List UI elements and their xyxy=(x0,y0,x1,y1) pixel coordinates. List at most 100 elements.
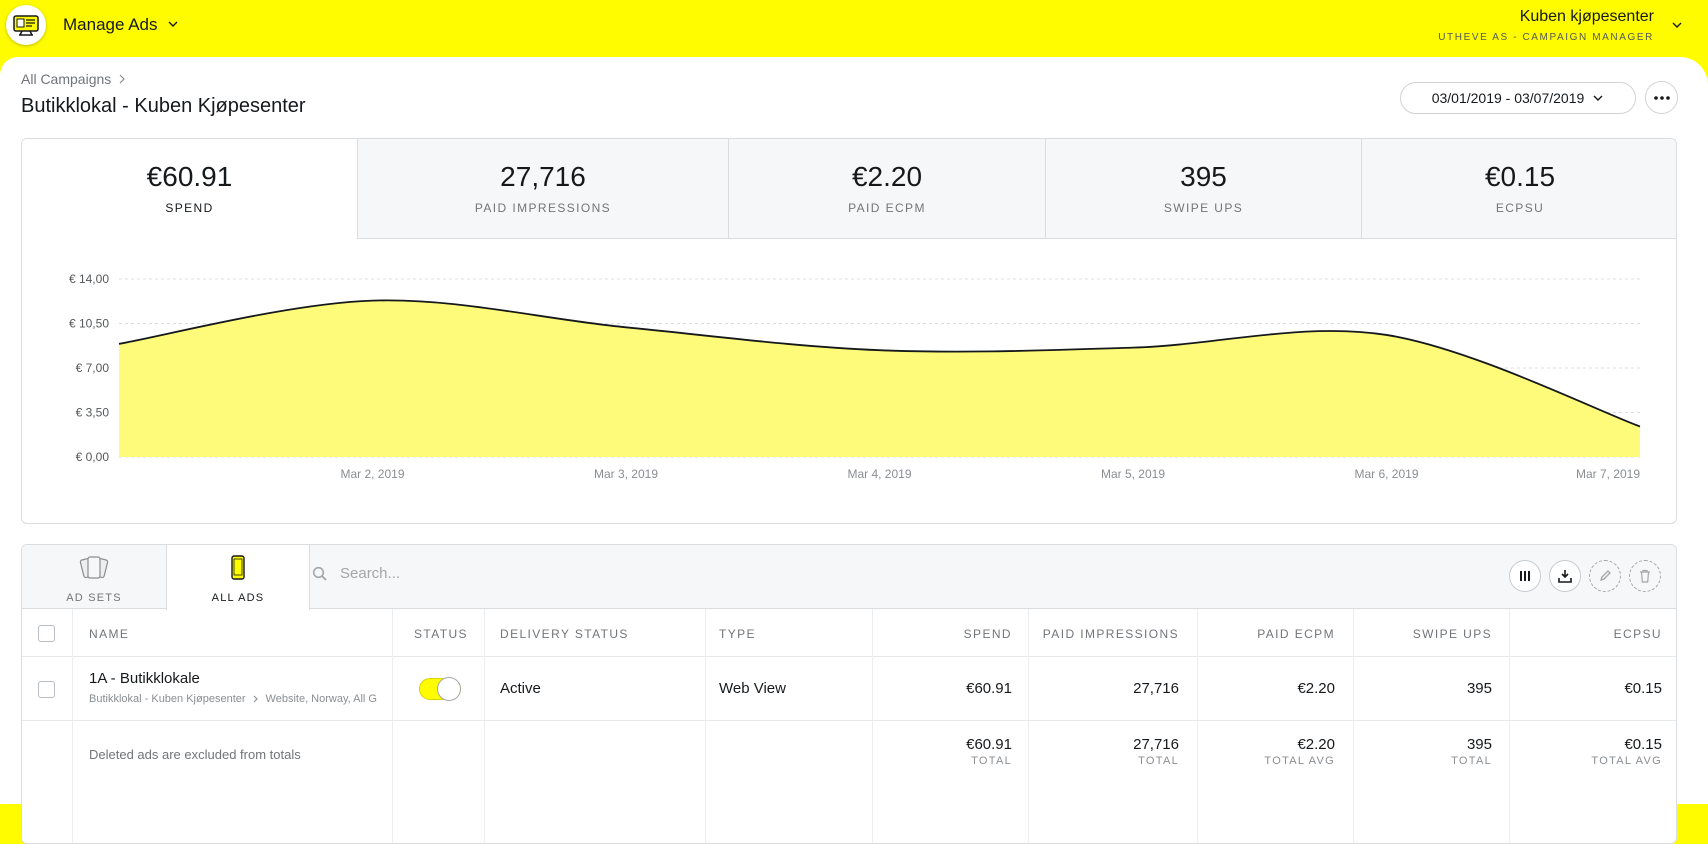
x-tick-label: Mar 4, 2019 xyxy=(847,467,911,481)
more-options-button[interactable] xyxy=(1645,81,1678,114)
search-bar xyxy=(312,565,1140,582)
x-tick-label: Mar 3, 2019 xyxy=(594,467,658,481)
ad-name-cell[interactable]: 1A - Butikklokale Butikklokal - Kuben Kj… xyxy=(89,670,389,705)
tab-ecpsu[interactable]: €0.15 ECPSU xyxy=(1361,139,1676,239)
spend-chart: € 0,00 € 3,50 € 7,00 € 10,50 € 14,00 Mar 2, 2… xyxy=(22,239,1676,523)
swipe-ups-total: 395 TOTAL xyxy=(1451,736,1492,767)
top-bar: Manage Ads Kuben kjøpesenter UTHEVE AS -… xyxy=(0,0,1708,58)
paid-ecpm-total: €2.20 TOTAL AVG xyxy=(1264,736,1335,767)
totals-note: Deleted ads are excluded from totals xyxy=(89,747,301,762)
y-tick-label: € 14,00 xyxy=(69,272,109,286)
paid-impressions-total: 27,716 TOTAL xyxy=(1133,736,1179,767)
total-value: 27,716 xyxy=(1133,736,1179,753)
swipe-ups-value: 395 xyxy=(1466,680,1492,697)
ads-table-card: AD SETS ALL ADS Search... NAME STATUS DE… xyxy=(21,544,1677,844)
tab-label: ALL ADS xyxy=(211,592,265,604)
stat-label: SPEND xyxy=(165,201,214,215)
tab-paid-ecpm[interactable]: €2.20 PAID ECPM xyxy=(728,139,1045,239)
stats-card: €60.91 SPEND 27,716 PAID IMPRESSIONS €2.… xyxy=(21,138,1677,524)
account-subtitle: UTHEVE AS - CAMPAIGN MANAGER xyxy=(1438,32,1654,43)
phone-icon xyxy=(231,555,245,580)
stat-label: ECPSU xyxy=(1495,201,1545,215)
column-header-swipe-ups[interactable]: SWIPE UPS xyxy=(1413,627,1492,641)
pencil-icon xyxy=(1599,570,1611,582)
account-switcher[interactable]: Kuben kjøpesenter UTHEVE AS - CAMPAIGN M… xyxy=(1438,8,1654,43)
column-header-ecpsu[interactable]: ECPSU xyxy=(1614,627,1662,641)
spend-total: €60.91 TOTAL xyxy=(966,736,1012,767)
total-value: €60.91 xyxy=(966,736,1012,753)
total-label: TOTAL AVG xyxy=(1591,755,1662,767)
metric-tabs: €60.91 SPEND 27,716 PAID IMPRESSIONS €2.… xyxy=(22,139,1676,239)
x-tick-label: Mar 5, 2019 xyxy=(1101,467,1165,481)
search-icon xyxy=(312,566,327,581)
date-range-picker[interactable]: 03/01/2019 - 03/07/2019 xyxy=(1400,82,1636,114)
page-title: Butikklokal - Kuben Kjøpesenter xyxy=(21,95,306,117)
delivery-status: Active xyxy=(500,680,541,697)
total-value: 395 xyxy=(1466,736,1492,753)
tab-ad-sets[interactable]: AD SETS xyxy=(22,545,166,609)
columns-icon xyxy=(1520,571,1530,581)
ad-name[interactable]: 1A - Butikklokale xyxy=(89,670,389,687)
date-range-label: 03/01/2019 - 03/07/2019 xyxy=(1431,90,1585,106)
toggle-knob xyxy=(437,677,461,701)
app-title[interactable]: Manage Ads xyxy=(63,15,158,35)
ecpsu-total: €0.15 TOTAL AVG xyxy=(1591,736,1662,767)
column-header-status[interactable]: STATUS xyxy=(414,627,468,641)
column-header-delivery-status[interactable]: DELIVERY STATUS xyxy=(500,627,629,641)
account-name: Kuben kjøpesenter xyxy=(1519,8,1654,25)
ecpsu-value: €0.15 xyxy=(1624,680,1662,697)
chevron-down-icon[interactable] xyxy=(166,17,180,31)
more-horizontal-icon xyxy=(1653,95,1670,100)
edit-button[interactable] xyxy=(1589,560,1621,592)
breadcrumb-link[interactable]: All Campaigns xyxy=(21,71,111,87)
paid-impressions-value: 27,716 xyxy=(1133,680,1179,697)
total-value: €2.20 xyxy=(1297,736,1335,753)
tab-swipe-ups[interactable]: 395 SWIPE UPS xyxy=(1045,139,1361,239)
chevron-down-icon[interactable] xyxy=(1670,18,1684,32)
chart-canvas: € 0,00 € 3,50 € 7,00 € 10,50 € 14,00 Mar 2, 2… xyxy=(69,272,1640,481)
total-value: €0.15 xyxy=(1624,736,1662,753)
x-tick-label: Mar 7, 2019 xyxy=(1576,467,1640,481)
column-header-type[interactable]: TYPE xyxy=(719,627,756,641)
status-toggle[interactable] xyxy=(419,677,461,701)
chevron-right-icon xyxy=(119,74,126,84)
paid-ecpm-value: €2.20 xyxy=(1297,680,1335,697)
stat-value: €60.91 xyxy=(146,161,233,192)
total-label: TOTAL xyxy=(971,755,1012,767)
stat-label: PAID ECPM xyxy=(848,201,926,215)
x-tick-label: Mar 2, 2019 xyxy=(340,467,404,481)
main-content: All Campaigns Butikklokal - Kuben Kjøpes… xyxy=(0,57,1708,844)
select-all-checkbox[interactable] xyxy=(38,625,55,642)
column-header-name[interactable]: NAME xyxy=(89,627,129,641)
spend-value: €60.91 xyxy=(966,680,1012,697)
trash-icon xyxy=(1640,569,1650,583)
stat-value: €2.20 xyxy=(851,161,923,192)
search-input[interactable] xyxy=(340,565,1140,582)
stat-value: €0.15 xyxy=(1484,161,1556,192)
ad-sets-icon xyxy=(79,556,109,579)
x-tick-label: Mar 6, 2019 xyxy=(1354,467,1418,481)
total-label: TOTAL xyxy=(1451,755,1492,767)
ad-breadcrumb: Butikklokal - Kuben Kjøpesenter Website,… xyxy=(89,693,389,705)
tab-spend[interactable]: €60.91 SPEND xyxy=(22,139,357,239)
stat-value: 395 xyxy=(1180,161,1227,192)
column-header-paid-ecpm[interactable]: PAID ECPM xyxy=(1257,627,1335,641)
download-button[interactable] xyxy=(1549,560,1581,592)
tab-paid-impressions[interactable]: 27,716 PAID IMPRESSIONS xyxy=(357,139,728,239)
y-tick-label: € 3,50 xyxy=(76,406,110,420)
ad-targeting: Website, Norway, All G xyxy=(265,693,377,705)
ad-campaign: Butikklokal - Kuben Kjøpesenter xyxy=(89,693,246,705)
total-label: TOTAL AVG xyxy=(1264,755,1335,767)
table-row[interactable]: 1A - Butikklokale Butikklokal - Kuben Kj… xyxy=(22,657,1676,721)
stat-label: SWIPE UPS xyxy=(1163,201,1244,215)
chevron-down-icon xyxy=(1593,95,1603,101)
column-header-spend[interactable]: SPEND xyxy=(964,627,1012,641)
app-logo-icon[interactable] xyxy=(6,5,46,45)
y-tick-label: € 7,00 xyxy=(76,361,110,375)
y-tick-label: € 0,00 xyxy=(76,450,110,464)
delete-button[interactable] xyxy=(1629,560,1661,592)
columns-button[interactable] xyxy=(1509,560,1541,592)
row-checkbox[interactable] xyxy=(38,681,55,698)
tab-all-ads[interactable]: ALL ADS xyxy=(166,545,310,610)
column-header-paid-impressions[interactable]: PAID IMPRESSIONS xyxy=(1043,627,1179,641)
